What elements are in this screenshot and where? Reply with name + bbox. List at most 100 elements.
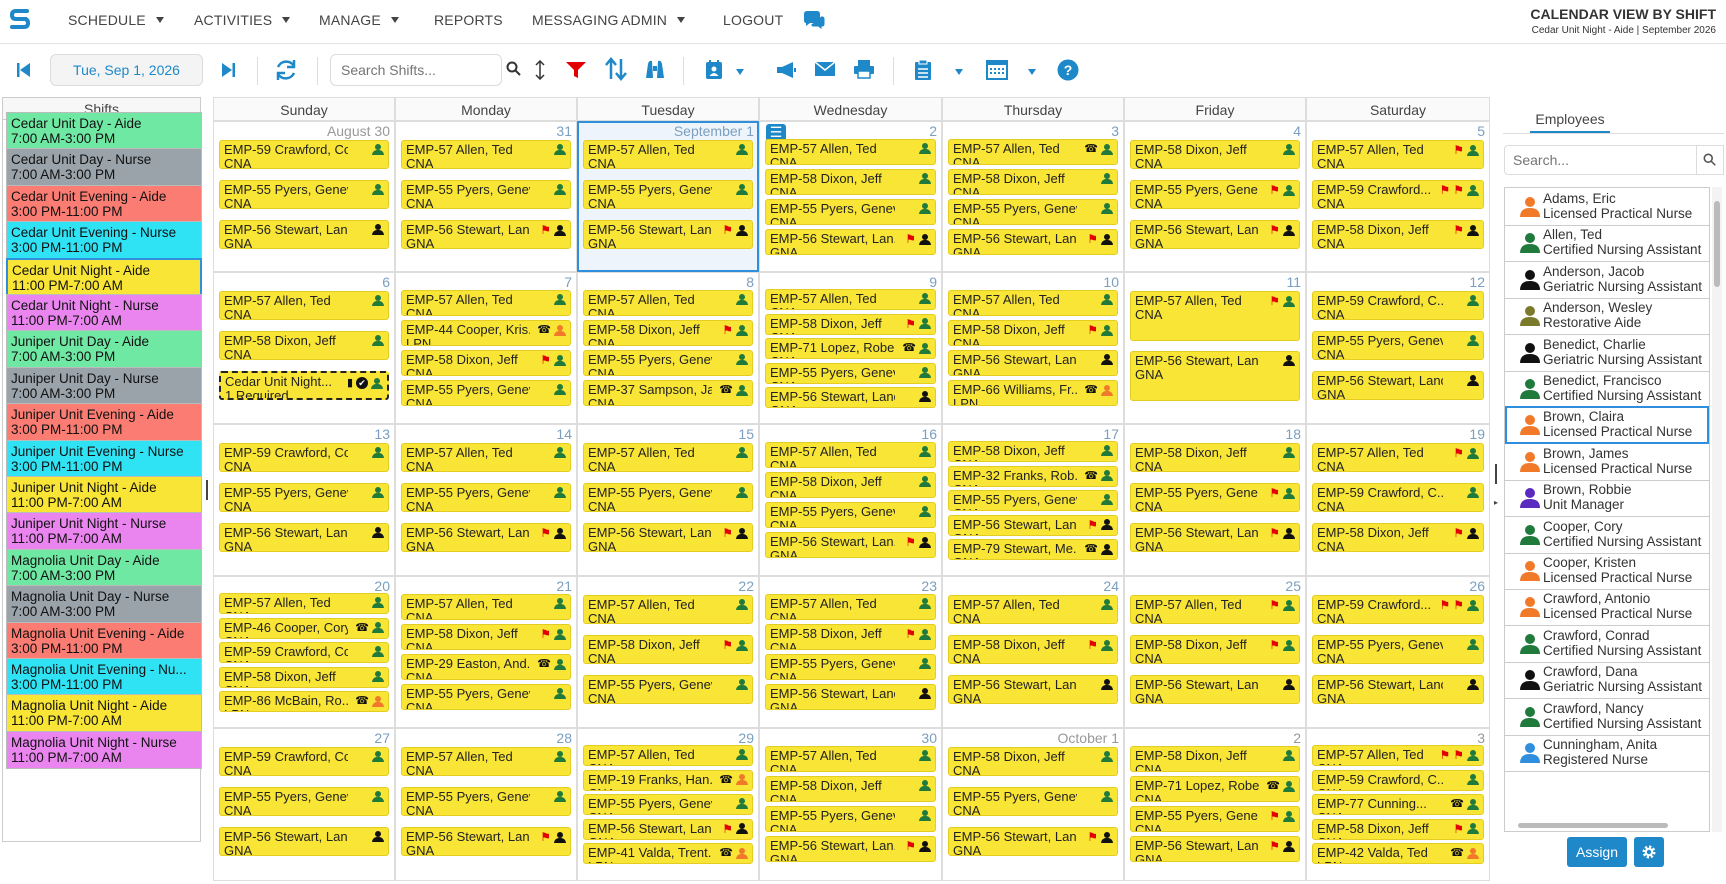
shift-assignment[interactable]: EMP-55 Pyers, GenevieveCNA	[583, 794, 753, 815]
shift-assignment[interactable]: EMP-55 Pyers, GenevieveCNA	[219, 180, 389, 209]
day-cell[interactable]: 4 EMP-58 Dixon, Jeff CNA EMP-55 Pyers, Gene…	[1124, 121, 1306, 272]
shift-assignment[interactable]: EMP-58 Dixon, JeffCNA ⚑	[1312, 818, 1484, 840]
shift-assignment[interactable]: EMP-55 Pyers, Gene... CNA ⚑	[1130, 483, 1300, 512]
day-cell[interactable]: 23 EMP-57 Allen, Ted CNA EMP-58 Dixon, Jeff…	[759, 576, 942, 728]
shift-assignment[interactable]: EMP-55 Pyers, GenevieveCNA	[219, 483, 389, 512]
assign-button[interactable]: Assign	[1567, 837, 1627, 867]
panel-resize-handle[interactable]	[206, 480, 208, 500]
day-cell[interactable]: 9EMP-57 Allen, TedCNAEMP-58 Dixon, JeffC…	[759, 272, 942, 424]
email-icon[interactable]	[814, 61, 836, 77]
shift-assignment[interactable]: EMP-59 Crawford... CNA ⚑ ⚑	[1312, 595, 1484, 624]
shift-assignment[interactable]: EMP-56 Stewart, Lan...GNA ⚑	[401, 523, 571, 552]
shift-assignment[interactable]: EMP-56 Stewart, Lan...GNA ⚑	[1130, 220, 1300, 249]
shift-assignment[interactable]: EMP-57 Allen, TedCNA	[765, 746, 936, 772]
panel-resize-handle[interactable]	[1495, 464, 1497, 484]
shift-assignment[interactable]: EMP-57 Allen, TedCNA	[583, 140, 753, 169]
shift-assignment[interactable]: EMP-55 Pyers, GenevieveCNA	[765, 654, 936, 680]
shift-item[interactable]: Juniper Unit Day - Nurse 7:00 AM-3:00 PM	[6, 366, 202, 405]
shift-assignment[interactable]: EMP-55 Pyers, GenevieveCNA	[219, 787, 389, 816]
shift-assignment[interactable]: EMP-79 Stewart, Me...GNA ☎	[948, 539, 1118, 560]
shift-assignment[interactable]: EMP-29 Easton, And... CNA ☎	[401, 654, 571, 680]
megaphone-icon[interactable]	[775, 60, 797, 80]
employee-item[interactable]: Brown, Claira Licensed Practical Nurse	[1505, 406, 1709, 445]
employee-item[interactable]: Cooper, Kristen Licensed Practical Nurse	[1505, 552, 1709, 590]
shift-assignment[interactable]: EMP-59 Crawford, Conr...CNA	[219, 140, 389, 169]
shift-assignment[interactable]: EMP-55 Pyers, GenevieveCNA	[583, 483, 753, 512]
shift-assignment[interactable]: EMP-57 Allen, TedCNA	[401, 594, 571, 620]
shift-assignment[interactable]: EMP-56 Stewart, Lan...GNA ⚑	[765, 532, 936, 558]
expand-arrow-icon[interactable]: ▸	[1494, 498, 1498, 507]
shift-assignment[interactable]: EMP-59 Crawford, C...CNA	[1312, 483, 1484, 512]
shift-assignment[interactable]: EMP-41 Valda, Trent...LPN ☎	[583, 843, 753, 864]
shift-assignment[interactable]: EMP-58 Dixon, JeffCNA ⚑	[765, 624, 936, 650]
shift-assignment[interactable]: EMP-57 Allen, TedCNA	[583, 443, 753, 472]
day-cell[interactable]: 11 EMP-57 Allen, Ted CNA ⚑ EMP-56 Stewart, L…	[1124, 272, 1306, 424]
shift-assignment[interactable]: EMP-56 Stewart, LanceGNA	[1312, 371, 1484, 400]
day-cell[interactable]: 14 EMP-57 Allen, Ted CNA EMP-55 Pyers, Gene…	[395, 424, 577, 576]
shift-assignment[interactable]: EMP-57 Allen, Ted CNA ⚑	[1312, 140, 1484, 169]
shift-assignment[interactable]: EMP-58 Dixon, JeffCNA	[219, 331, 389, 360]
shift-assignment[interactable]: EMP-57 Allen, TedCNA	[765, 289, 936, 310]
day-cell[interactable]: 3 EMP-57 Allen, Ted CNA ☎ EMP-58 Dixon, Jeff…	[942, 121, 1124, 272]
chevron-down-icon[interactable]	[736, 69, 744, 75]
scrollbar-thumb[interactable]	[1518, 823, 1668, 828]
day-cell[interactable]: 27EMP-59 Crawford, Conr...CNAEMP-55 Pyer…	[213, 728, 395, 881]
chat-icon[interactable]	[802, 10, 826, 32]
shift-item[interactable]: Magnolia Unit Day - Nurse 7:00 AM-3:00 PM	[6, 585, 202, 624]
shift-item[interactable]: Magnolia Unit Night - Nurse 11:00 PM-7:00…	[6, 730, 202, 769]
shift-item[interactable]: Magnolia Unit Day - Aide 7:00 AM-3:00 PM	[6, 548, 202, 587]
chevron-down-icon[interactable]	[1028, 69, 1036, 75]
shift-assignment[interactable]: EMP-58 Dixon, JeffCNA ⚑	[583, 635, 753, 664]
shift-item[interactable]: Juniper Unit Night - Nurse 11:00 PM-7:00 …	[6, 512, 202, 551]
shift-assignment[interactable]: EMP-46 Cooper, CoryCNA ☎	[219, 617, 389, 639]
day-cell[interactable]: 12 EMP-59 Crawford, C... CNA EMP-55 Pyers, …	[1306, 272, 1490, 424]
shift-assignment[interactable]: EMP-71 Lopez, RobertCNA ☎	[1130, 776, 1300, 802]
menu-activities[interactable]: ACTIVITIES	[194, 12, 291, 28]
shift-assignment[interactable]: EMP-57 Allen, Ted CNA ⚑	[1130, 595, 1300, 624]
shift-assignment[interactable]: EMP-55 Pyers, GenevieveCNA	[583, 675, 753, 704]
shift-assignment[interactable]: EMP-56 Stewart, Lan...GNA ⚑	[583, 818, 753, 840]
day-cell[interactable]: 8 EMP-57 Allen, Ted CNA EMP-58 Dixon, Jeff C…	[577, 272, 759, 424]
employee-item[interactable]: Anderson, Wesley Restorative Aide	[1505, 297, 1709, 336]
shift-assignment[interactable]: EMP-58 Dixon, JeffCNA ⚑	[765, 313, 936, 335]
shift-assignment[interactable]: EMP-55 Pyers, Gene... CNA ⚑	[1130, 180, 1300, 209]
employee-item[interactable]: Brown, James Licensed Practical Nurse	[1505, 443, 1709, 481]
employee-item[interactable]: Cunningham, Anita Registered Nurse	[1505, 734, 1709, 772]
shift-assignment[interactable]: EMP-57 Allen, TedCNA	[401, 290, 571, 316]
employee-item[interactable]: Allen, Ted Certified Nursing Assistant	[1505, 224, 1709, 263]
day-cell[interactable]: 24 EMP-57 Allen, Ted CNA EMP-58 Dixon, Jeff…	[942, 576, 1124, 728]
menu-admin[interactable]: ADMIN	[621, 12, 686, 28]
chevron-down-icon[interactable]	[955, 69, 963, 75]
shift-assignment[interactable]: EMP-55 Pyers, GenevieveCNA	[583, 180, 753, 209]
shift-assignment[interactable]: EMP-58 Dixon, JeffCNA ⚑	[1312, 523, 1484, 552]
day-cell[interactable]: 29EMP-57 Allen, TedCNAEMP-19 Franks, Han…	[577, 728, 759, 881]
shift-assignment[interactable]: EMP-59 Crawford, C...CNA	[1312, 769, 1484, 791]
open-shift-requirement[interactable]: Cedar Unit Night... 1 Required ▮ ✔	[219, 371, 389, 400]
shift-assignment[interactable]: EMP-57 Allen, TedCNA	[401, 140, 571, 169]
shift-assignment[interactable]: EMP-55 Pyers, GenevieveCNA	[948, 199, 1118, 225]
day-cell[interactable]: September 1 EMP-57 Allen, Ted CNA EMP-55 Py…	[577, 121, 759, 272]
shift-assignment[interactable]: EMP-56 Stewart, Lan...GNA ⚑	[948, 229, 1118, 255]
shift-assignment[interactable]: EMP-59 Crawford, Conr...CNA	[219, 443, 389, 472]
day-cell[interactable]: August 30EMP-59 Crawford, Conr...CNAEMP-…	[213, 121, 395, 272]
shift-assignment[interactable]: EMP-37 Sampson, Ja... CNA ☎	[583, 380, 753, 406]
employee-item[interactable]: Benedict, Francisco Certified Nursing Ass…	[1505, 370, 1709, 408]
shift-assignment[interactable]: EMP-59 Crawford, Conr...CNA	[219, 747, 389, 776]
shift-assignment[interactable]: EMP-58 Dixon, JeffCNA	[765, 776, 936, 802]
shift-assignment[interactable]: EMP-56 Stewart, Lan...GNA ⚑	[1130, 836, 1300, 862]
menu-manage[interactable]: MANAGE	[319, 12, 399, 28]
shift-assignment[interactable]: EMP-57 Allen, TedCNA	[583, 745, 753, 766]
shift-assignment[interactable]: EMP-56 Stewart, LanceGNA	[1130, 351, 1300, 401]
shift-assignment[interactable]: EMP-44 Cooper, Kris... LPN ☎	[401, 320, 571, 346]
horizontal-scrollbar[interactable]	[1504, 821, 1710, 829]
shift-assignment[interactable]: EMP-77 Cunning...CNA ☎	[1312, 794, 1484, 815]
day-cell[interactable]: October 1 EMP-58 Dixon, Jeff CNA EMP-55 Pye…	[942, 728, 1124, 881]
shift-assignment[interactable]: EMP-19 Franks, Han...CNA ☎	[583, 769, 753, 791]
menu-schedule[interactable]: SCHEDULE	[68, 12, 164, 28]
filter-icon[interactable]	[565, 61, 587, 79]
shift-assignment[interactable]: EMP-58 Dixon, JeffCNA	[765, 472, 936, 498]
shift-assignment[interactable]: EMP-56 Stewart, LanceGNA	[765, 684, 936, 710]
employee-item[interactable]: Crawford, Dana Geriatric Nursing Assistan…	[1505, 661, 1709, 700]
shift-assignment[interactable]: EMP-56 Stewart, Lan...GNA ⚑	[765, 836, 936, 862]
shift-assignment[interactable]: EMP-56 Stewart, Lan...GNA ⚑	[1130, 523, 1300, 552]
